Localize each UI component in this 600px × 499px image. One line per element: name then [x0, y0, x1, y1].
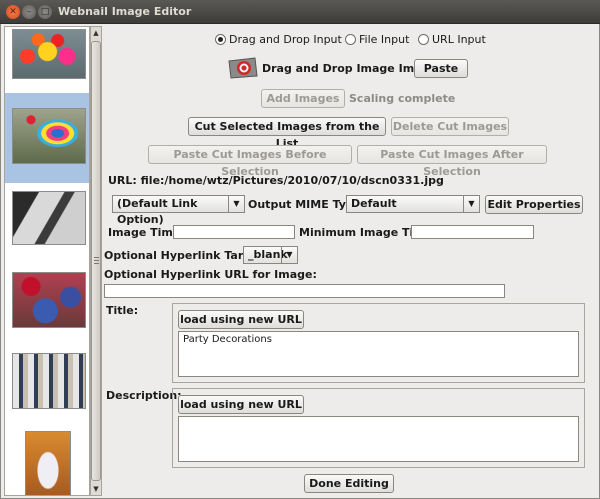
delete-cut-button[interactable]: Delete Cut Images [391, 117, 509, 136]
radio-label-url: URL Input [432, 33, 486, 46]
chevron-down-icon: ▼ [281, 247, 297, 263]
minimize-window-icon[interactable]: – [22, 5, 36, 19]
scrollbar-thumb[interactable] [91, 41, 101, 481]
chevron-down-icon: ▼ [228, 196, 244, 212]
thumbnail-image [12, 272, 86, 328]
grip-line [94, 263, 99, 264]
done-editing-button[interactable]: Done Editing [304, 474, 394, 493]
cut-selected-button[interactable]: Cut Selected Images from the List [188, 117, 386, 150]
min-image-time-field[interactable] [411, 225, 534, 239]
scroll-up-icon[interactable]: ▲ [91, 27, 101, 39]
thumbnail-image [25, 431, 71, 495]
drop-target-icon[interactable] [227, 57, 259, 79]
radio-label-drag-drop: Drag and Drop Input [229, 33, 342, 46]
thumbnail-festival-crowd[interactable] [5, 347, 89, 427]
thumbnail-pinwheels[interactable] [5, 27, 89, 91]
image-url-label: URL: file:/home/wtz/Pictures/2010/07/10/… [108, 174, 444, 187]
paste-button[interactable]: Paste [414, 59, 468, 78]
thumbnail-scrollbar[interactable]: ▲ ▼ [90, 26, 102, 496]
thumbnail-tree-shadow[interactable] [5, 185, 89, 265]
radio-label-file: File Input [359, 33, 410, 46]
mime-type-select[interactable]: Default ▼ [346, 195, 480, 213]
thumbnail-list[interactable] [4, 26, 90, 496]
paste-before-button[interactable]: Paste Cut Images Before Selection [148, 145, 352, 178]
thumbnail-lantern[interactable] [5, 93, 89, 183]
thumbnail-image [12, 353, 86, 409]
description-load-url-button[interactable]: load using new URL [178, 395, 304, 414]
close-window-icon[interactable]: ✕ [6, 5, 20, 19]
window-title: Webnail Image Editor [58, 5, 192, 18]
paste-after-button[interactable]: Paste Cut Images After Selection [357, 145, 547, 178]
description-label: Description: [106, 389, 182, 402]
description-textarea[interactable] [178, 416, 579, 462]
hyperlink-url-label: Optional Hyperlink URL for Image: [104, 268, 317, 281]
title-textarea[interactable]: Party Decorations [178, 331, 579, 377]
grip-line [94, 260, 99, 261]
add-images-button[interactable]: Add Images [261, 89, 345, 108]
thumbnail-image [12, 108, 86, 164]
scroll-down-icon[interactable]: ▼ [91, 483, 101, 495]
image-time-field[interactable] [173, 225, 295, 239]
title-label: Title: [106, 304, 139, 317]
link-option-select[interactable]: (Default Link Option) ▼ [112, 195, 245, 226]
radio-file-input[interactable] [345, 34, 356, 45]
grip-line [94, 257, 99, 258]
thumbnail-kimono-girls[interactable] [5, 267, 89, 345]
hyperlink-target-select[interactable]: _blank ▼ [243, 246, 298, 264]
edit-properties-button[interactable]: Edit Properties [485, 195, 583, 214]
radio-drag-drop-input[interactable] [215, 34, 226, 45]
thumbnail-image [12, 191, 86, 245]
maximize-window-icon[interactable]: □ [38, 5, 52, 19]
chevron-down-icon: ▼ [463, 196, 479, 212]
thumbnail-image [12, 29, 86, 79]
radio-url-input[interactable] [418, 34, 429, 45]
scaling-status: Scaling complete [349, 92, 456, 105]
thumbnail-white-kimono[interactable] [5, 429, 89, 495]
hyperlink-url-field[interactable] [104, 284, 505, 298]
mime-type-value: Default [351, 197, 397, 210]
title-bar: ✕ – □ Webnail Image Editor [0, 0, 600, 24]
title-load-url-button[interactable]: load using new URL [178, 310, 304, 329]
